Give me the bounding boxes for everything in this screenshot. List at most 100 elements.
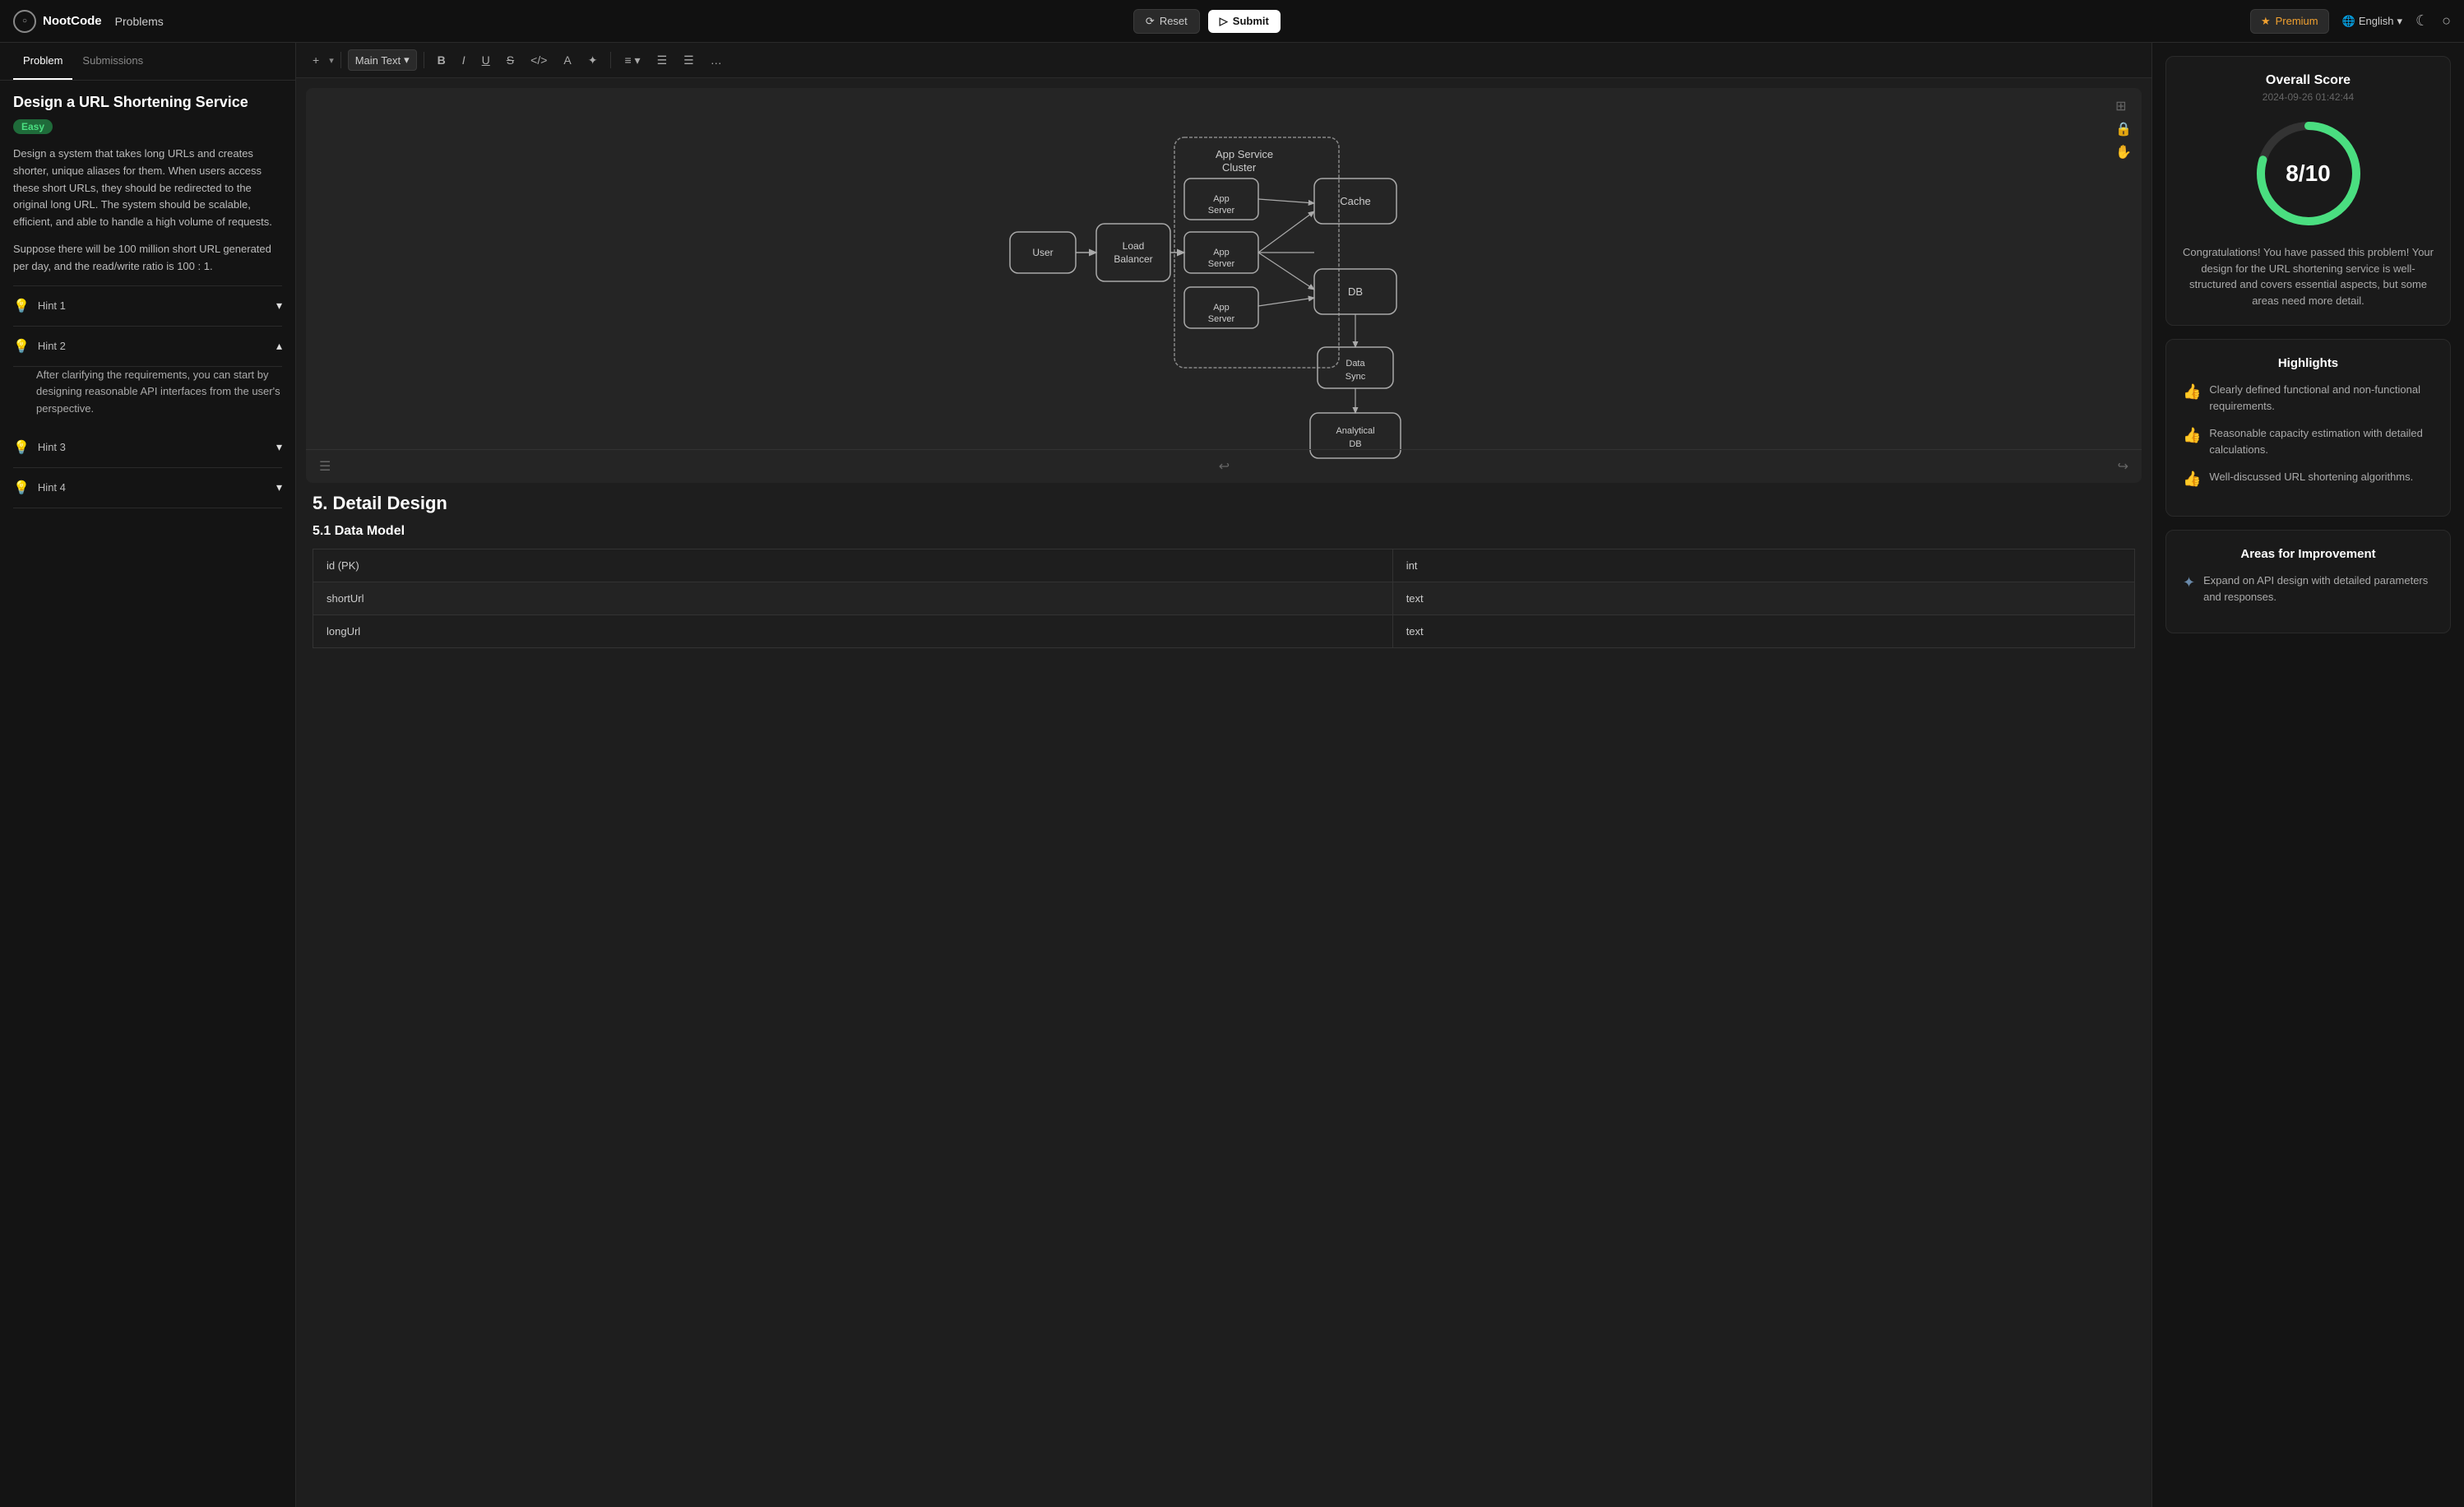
add-button[interactable]: + (306, 50, 326, 70)
score-value: 8/10 (2286, 160, 2331, 187)
user-icon[interactable]: ○ (2442, 12, 2451, 30)
hand-icon[interactable]: ✋ (2115, 144, 2132, 160)
numbered-list-button[interactable]: ☰ (677, 50, 701, 71)
toolbar-separator (340, 52, 341, 68)
language-selector[interactable]: 🌐 English ▾ (2342, 15, 2402, 28)
code-button[interactable]: </> (524, 50, 553, 70)
bold-button[interactable]: B (431, 50, 452, 70)
text-style-label: Main Text (355, 54, 401, 67)
redo-icon[interactable]: ↪ (2118, 458, 2128, 475)
nav-left: ○ NootCode Problems (13, 10, 164, 33)
theme-toggle-icon[interactable]: ☾ (2415, 12, 2429, 30)
hint-2-label: Hint 2 (38, 340, 66, 352)
menu-icon[interactable]: ☰ (319, 458, 331, 475)
highlight-text-1: Clearly defined functional and non-funct… (2209, 382, 2434, 414)
nav-problems-link[interactable]: Problems (115, 15, 164, 28)
improve-text-1: Expand on API design with detailed param… (2203, 573, 2434, 605)
hints-section: 💡 Hint 1 ▾ 💡 Hint 2 ▴ After clarifying t… (13, 285, 282, 508)
chevron-down-icon: ▾ (2397, 15, 2402, 28)
highlight-item-2: 👍 Reasonable capacity estimation with de… (2183, 425, 2434, 457)
score-card: Overall Score 2024-09-26 01:42:44 8/10 C… (2165, 56, 2451, 326)
table-row: longUrl text (313, 615, 2135, 648)
app-name: NootCode (43, 14, 102, 28)
svg-text:DB: DB (1349, 439, 1361, 449)
chevron-down-icon: ▾ (276, 299, 282, 313)
architecture-diagram: App Service Cluster User Load Balancer (306, 88, 2142, 483)
problem-description-1: Design a system that takes long URLs and… (13, 146, 282, 231)
svg-text:Load: Load (1123, 240, 1145, 252)
language-icon: 🌐 (2342, 15, 2355, 28)
section-51-title: 5.1 Data Model (313, 524, 2135, 539)
editor-toolbar: + ▾ Main Text ▾ B I U S </> A ✦ ≡ ▾ ☰ ☰ … (296, 43, 2151, 78)
score-date: 2024-09-26 01:42:44 (2183, 91, 2434, 103)
hint-item-2[interactable]: 💡 Hint 2 ▴ (13, 327, 282, 367)
svg-text:DB: DB (1348, 285, 1363, 298)
hint-item-3[interactable]: 💡 Hint 3 ▾ (13, 428, 282, 468)
highlight-text-3: Well-discussed URL shortening algorithms… (2209, 469, 2413, 485)
editor-content: App Service Cluster User Load Balancer (296, 78, 2151, 1507)
improvements-card: Areas for Improvement ✦ Expand on API de… (2165, 530, 2451, 633)
italic-button[interactable]: I (456, 50, 472, 70)
table-field-longurl: longUrl (313, 615, 1393, 648)
tab-problem[interactable]: Problem (13, 43, 72, 80)
highlights-title: Highlights (2183, 356, 2434, 370)
submit-button[interactable]: ▷ Submit (1208, 10, 1281, 33)
tab-submissions[interactable]: Submissions (72, 43, 153, 80)
canvas-bottom-toolbar: ☰ ↩ ↪ (306, 449, 2142, 483)
svg-text:Analytical: Analytical (1336, 426, 1374, 436)
problem-title: Design a URL Shortening Service (13, 94, 282, 111)
align-button[interactable]: ≡ ▾ (618, 50, 646, 71)
font-color-button[interactable]: A (557, 50, 577, 70)
diagram-canvas[interactable]: App Service Cluster User Load Balancer (306, 88, 2142, 483)
bullet-list-button[interactable]: ☰ (651, 50, 674, 71)
undo-icon[interactable]: ↩ (1219, 458, 1230, 475)
hint-item-4[interactable]: 💡 Hint 4 ▾ (13, 468, 282, 508)
hint-item-1[interactable]: 💡 Hint 1 ▾ (13, 286, 282, 327)
svg-text:Data: Data (1345, 359, 1365, 369)
problem-description-2: Suppose there will be 100 million short … (13, 241, 282, 276)
svg-text:App: App (1213, 303, 1230, 313)
score-circle: 8/10 (2251, 116, 2366, 231)
underline-button[interactable]: U (475, 50, 497, 70)
sparkle-icon: ✦ (2183, 574, 2195, 591)
hint-2-content: After clarifying the requirements, you c… (13, 367, 282, 428)
hint-3-label: Hint 3 (38, 441, 66, 453)
highlight-text-2: Reasonable capacity estimation with deta… (2209, 425, 2434, 457)
difficulty-badge: Easy (13, 119, 53, 134)
more-button[interactable]: … (704, 50, 729, 70)
svg-text:Cluster: Cluster (1222, 161, 1257, 174)
nav-right: ★ Premium 🌐 English ▾ ☾ ○ (2250, 9, 2451, 34)
chevron-down-icon: ▾ (276, 480, 282, 494)
thumbs-up-icon: 👍 (2183, 383, 2201, 401)
table-type-shorturl: text (1392, 582, 2134, 615)
premium-button[interactable]: ★ Premium (2250, 9, 2329, 34)
highlight-button[interactable]: ✦ (581, 50, 604, 71)
svg-text:App: App (1213, 248, 1230, 257)
center-panel: + ▾ Main Text ▾ B I U S </> A ✦ ≡ ▾ ☰ ☰ … (296, 43, 2151, 1507)
reset-button[interactable]: ⟳ Reset (1133, 9, 1200, 34)
section-5-title: 5. Detail Design (313, 493, 2135, 514)
thumbs-up-icon: 👍 (2183, 427, 2201, 444)
grid-icon[interactable]: ⊞ (2115, 98, 2132, 114)
bulb-icon: 💡 (13, 298, 30, 314)
score-title: Overall Score (2183, 73, 2434, 88)
chevron-up-icon: ▴ (276, 339, 282, 353)
strikethrough-button[interactable]: S (500, 50, 521, 70)
lock-icon[interactable]: 🔒 (2115, 121, 2132, 137)
text-content: 5. Detail Design 5.1 Data Model id (PK) … (296, 493, 2151, 665)
svg-text:Balancer: Balancer (1114, 253, 1152, 265)
improve-item-1: ✦ Expand on API design with detailed par… (2183, 573, 2434, 605)
svg-text:Server: Server (1208, 259, 1235, 269)
highlight-item-3: 👍 Well-discussed URL shortening algorith… (2183, 469, 2434, 488)
text-style-selector[interactable]: Main Text ▾ (348, 49, 417, 71)
highlights-card: Highlights 👍 Clearly defined functional … (2165, 339, 2451, 517)
hint-4-label: Hint 4 (38, 481, 66, 494)
chevron-down-icon: ▾ (329, 55, 334, 66)
reset-label: Reset (1160, 15, 1188, 27)
bulb-icon: 💡 (13, 480, 30, 496)
bulb-icon: 💡 (13, 338, 30, 355)
logo[interactable]: ○ NootCode (13, 10, 102, 33)
toolbar-separator (610, 52, 611, 68)
thumbs-up-icon: 👍 (2183, 471, 2201, 488)
language-label: English (2359, 15, 2394, 27)
